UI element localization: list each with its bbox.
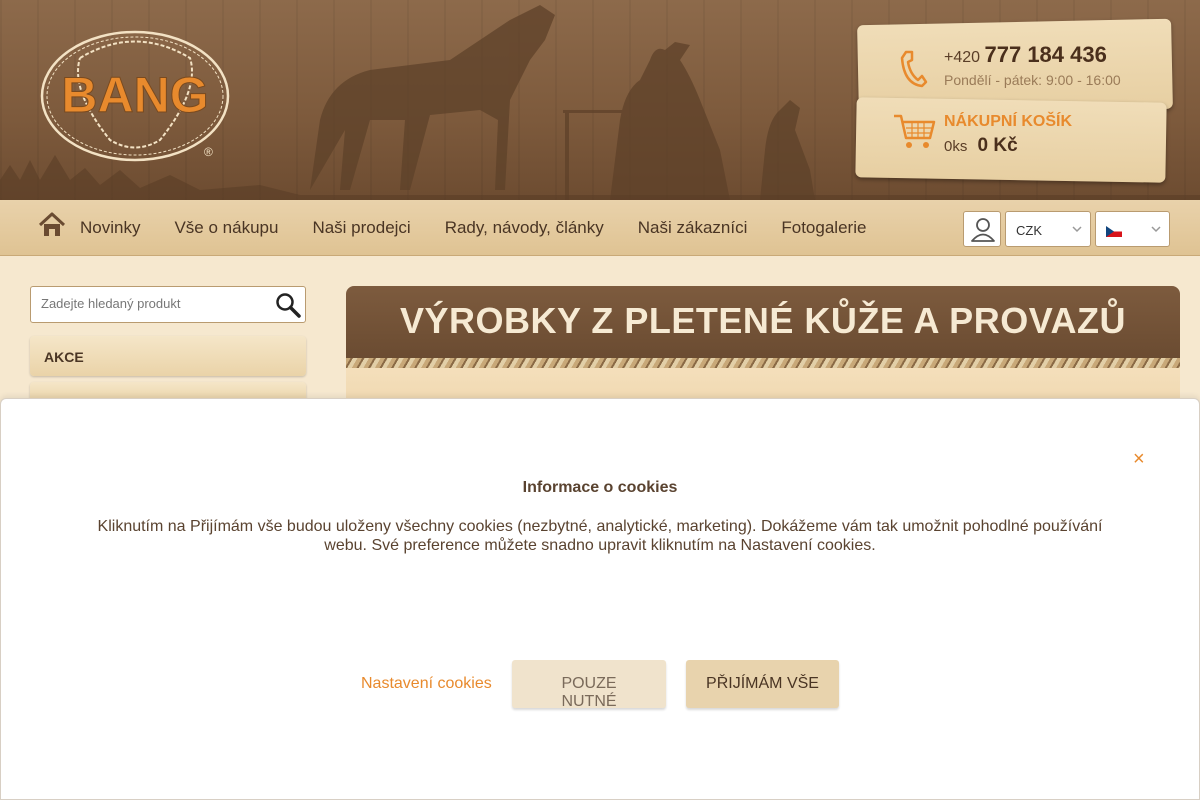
cart-summary[interactable]: 0ks 0 Kč: [944, 135, 1018, 157]
cart-title[interactable]: NÁKUPNÍ KOŠÍK: [944, 113, 1072, 131]
cookie-title: Informace o cookies: [522, 479, 678, 496]
phone-number[interactable]: +420 777 184 436: [944, 42, 1107, 68]
currency-select[interactable]: CZK: [1005, 211, 1091, 247]
nav-item-rady-navody-clanky[interactable]: Rady, návody, články: [445, 218, 604, 238]
accept-all-button[interactable]: PŘIJÍMÁM VŠE: [686, 660, 839, 708]
cart-icon[interactable]: [892, 112, 936, 152]
phone-icon: [900, 50, 928, 88]
page-title: VÝROBKY Z PLETENÉ KŮŽE A PROVAZŮ: [399, 300, 1127, 341]
nav-item-vse-o-nakupu[interactable]: Vše o nákupu: [174, 218, 278, 238]
category-akce[interactable]: AKCE: [30, 336, 306, 376]
opening-hours: Pondělí - pátek: 9:00 - 16:00: [944, 72, 1121, 88]
home-icon[interactable]: [38, 212, 66, 238]
category-label: AKCE: [44, 349, 84, 365]
chevron-down-icon: [1151, 226, 1161, 233]
nav-item-fotogalerie[interactable]: Fotogalerie: [781, 218, 866, 238]
search-box: [30, 286, 306, 323]
cookie-dialog: [0, 398, 1200, 800]
nav-item-nasi-prodejci[interactable]: Naši prodejci: [312, 218, 410, 238]
user-icon: [971, 218, 995, 242]
svg-text:BANG: BANG: [61, 67, 208, 123]
nav-item-novinky[interactable]: Novinky: [80, 218, 140, 238]
phone-prefix: +420: [944, 49, 981, 66]
language-select[interactable]: [1095, 211, 1170, 247]
svg-text:®: ®: [204, 145, 213, 159]
necessary-only-button[interactable]: POUZE NUTNÉ: [512, 660, 666, 710]
close-icon[interactable]: ×: [1133, 448, 1145, 471]
search-input[interactable]: [41, 296, 261, 311]
currency-value: CZK: [1016, 223, 1042, 238]
nav-item-nasi-zakaznici[interactable]: Naši zákazníci: [638, 218, 748, 238]
cookie-settings-link[interactable]: Nastavení cookies: [361, 675, 492, 693]
account-button[interactable]: [963, 211, 1001, 247]
chevron-down-icon: [1072, 226, 1082, 233]
nav-items: Novinky Vše o nákupu Naši prodejci Rady,…: [80, 218, 900, 238]
cart-count: 0ks: [944, 138, 968, 155]
czech-flag-icon: [1106, 226, 1122, 238]
cart-total: 0 Kč: [977, 135, 1018, 156]
rope-divider: [346, 358, 1180, 368]
cookie-description: Kliknutím na Přijímám vše budou uloženy …: [97, 518, 1103, 554]
page-banner: VÝROBKY Z PLETENÉ KŮŽE A PROVAZŮ: [346, 286, 1180, 360]
search-icon[interactable]: [275, 292, 301, 318]
phone-main: 777 184 436: [984, 42, 1107, 67]
bang-logo[interactable]: BANG ®: [40, 30, 230, 162]
